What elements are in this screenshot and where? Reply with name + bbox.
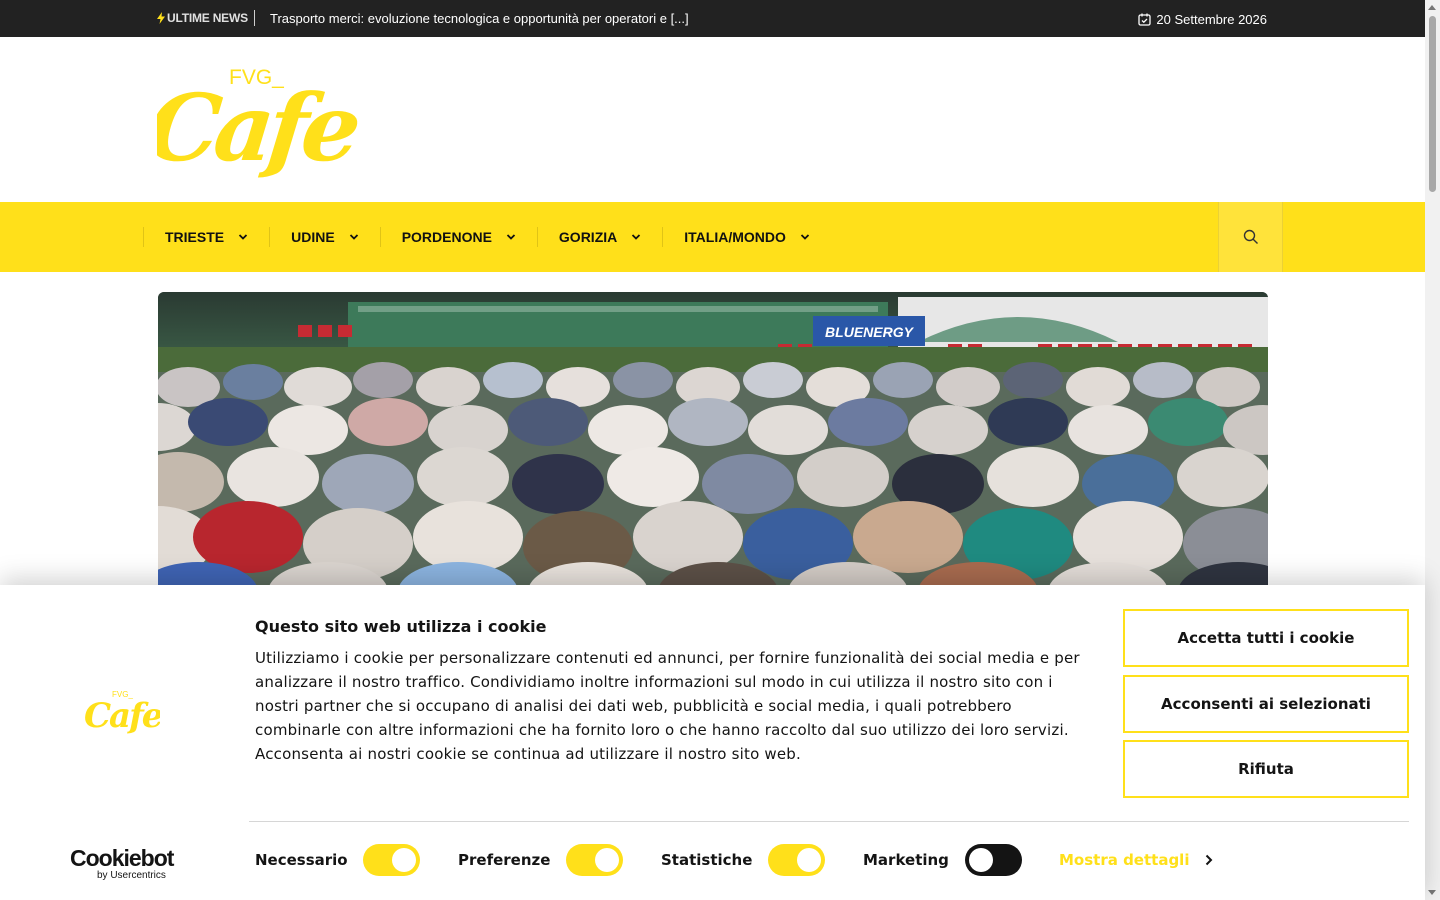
toggle-label-preferences: Preferenze	[458, 851, 551, 869]
page-scrollbar[interactable]	[1425, 0, 1440, 900]
svg-text:Cafe: Cafe	[84, 696, 160, 736]
toggle-statistics[interactable]	[768, 844, 825, 876]
nav-item-label: TRIESTE	[165, 229, 225, 245]
nav-item-label: GORIZIA	[558, 229, 618, 245]
cookiebot-logo[interactable]: Cookiebot by Usercentrics	[70, 845, 174, 881]
scroll-down-arrow-icon[interactable]	[1428, 890, 1436, 895]
chevron-right-icon	[1206, 854, 1213, 866]
hero-banner-text: BLUENERGY	[825, 324, 915, 340]
show-details-link[interactable]: Mostra dettagli	[1059, 851, 1213, 869]
toggle-label-marketing: Marketing	[863, 851, 949, 869]
nav-item-udine[interactable]: UDINE	[269, 227, 380, 247]
toggle-label-statistics: Statistiche	[661, 851, 753, 869]
toggle-preferences[interactable]	[566, 844, 623, 876]
nav-item-trieste[interactable]: TRIESTE	[143, 227, 269, 247]
accept-all-cookies-button[interactable]: Accetta tutti i cookie	[1123, 609, 1409, 667]
accept-selected-cookies-button[interactable]: Acconsenti ai selezionati	[1123, 675, 1409, 733]
toggle-knob	[392, 848, 416, 872]
reject-cookies-button[interactable]: Rifiuta	[1123, 740, 1409, 798]
cookie-consent-banner: FVG_ Cafe Questo sito web utilizza i coo…	[0, 585, 1425, 900]
chevron-down-icon	[800, 234, 810, 240]
chevron-down-icon	[349, 234, 358, 240]
toggle-knob	[595, 848, 619, 872]
lightning-icon	[157, 12, 165, 24]
search-button[interactable]	[1218, 202, 1283, 272]
nav-item-pordenone[interactable]: PORDENONE	[379, 227, 537, 247]
cookie-divider	[249, 821, 1409, 822]
cookie-description: Utilizziamo i cookie per personalizzare …	[255, 649, 1080, 763]
toggle-knob	[969, 848, 993, 872]
breaking-news-text: ULTIME NEWS	[167, 11, 248, 25]
scrollbar-thumb[interactable]	[1429, 16, 1436, 192]
show-details-label: Mostra dettagli	[1059, 851, 1190, 869]
news-ticker-link[interactable]: Trasporto merci: evoluzione tecnologica …	[270, 11, 689, 26]
cookie-title: Questo sito web utilizza i cookie	[255, 617, 547, 636]
hero-image[interactable]: BLUENERGY	[158, 292, 1268, 592]
toggle-label-necessary: Necessario	[255, 851, 348, 869]
scroll-up-arrow-icon[interactable]	[1428, 5, 1436, 10]
banner-site-logo: FVG_ Cafe	[84, 687, 165, 737]
cookiebot-sub: by Usercentrics	[97, 870, 166, 881]
toggle-necessary[interactable]	[363, 844, 420, 876]
main-nav: TRIESTE UDINE PORDENONE GORIZIA ITALIA/M…	[0, 202, 1425, 272]
toggle-knob	[797, 848, 821, 872]
ticker-divider	[254, 10, 255, 26]
nav-item-italia-mondo[interactable]: ITALIA/MONDO	[662, 227, 831, 247]
nav-item-label: ITALIA/MONDO	[684, 229, 786, 245]
nav-item-label: UDINE	[291, 229, 335, 245]
top-bar: ULTIME NEWS Trasporto merci: evoluzione …	[0, 0, 1425, 37]
date-text: 20 Settembre 2026	[1156, 12, 1267, 27]
site-logo[interactable]: FVG_ Cafe	[142, 58, 363, 182]
current-date: 20 Settembre 2026	[1138, 12, 1267, 27]
chevron-down-icon	[238, 234, 248, 240]
logo-cafe-text: Cafe	[157, 73, 362, 180]
toggle-marketing[interactable]	[965, 844, 1022, 876]
search-icon	[1243, 229, 1258, 244]
nav-item-gorizia[interactable]: GORIZIA	[536, 227, 662, 247]
nav-menu: TRIESTE UDINE PORDENONE GORIZIA ITALIA/M…	[143, 202, 831, 272]
nav-item-label: PORDENONE	[401, 229, 492, 245]
chevron-down-icon	[632, 234, 641, 240]
chevron-down-icon	[506, 234, 516, 240]
calendar-icon	[1138, 13, 1152, 26]
breaking-news-label: ULTIME NEWS	[157, 11, 248, 25]
cookiebot-name: Cookiebot	[70, 845, 174, 871]
